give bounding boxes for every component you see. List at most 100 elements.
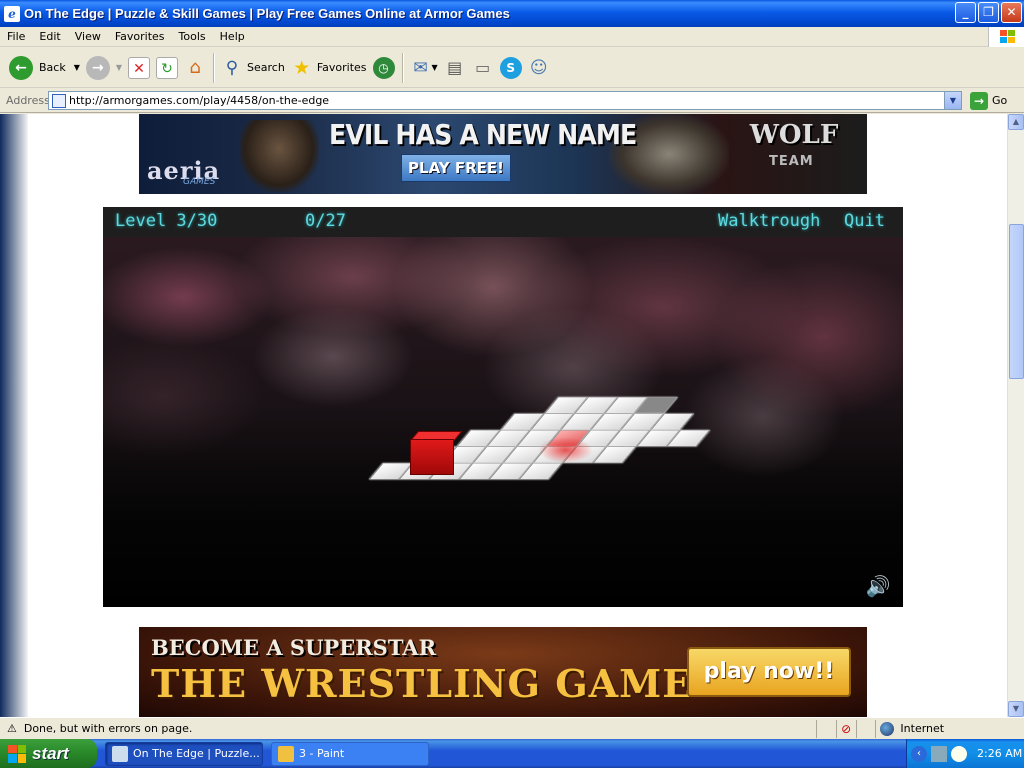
refresh-button[interactable]: ↻ bbox=[153, 51, 181, 85]
back-arrow-icon: ← bbox=[9, 55, 33, 80]
mail-button[interactable]: ✉ ▼ bbox=[407, 51, 441, 85]
history-button[interactable]: ◷ bbox=[370, 51, 398, 85]
favorites-label: Favorites bbox=[316, 61, 367, 74]
soldier-image bbox=[239, 120, 319, 192]
play-now-button[interactable]: play now!! bbox=[687, 647, 851, 697]
go-button[interactable]: → Go bbox=[970, 91, 1007, 110]
moves-counter: 0/27 bbox=[305, 211, 346, 231]
stop-button[interactable]: ✕ bbox=[125, 51, 153, 85]
address-dropdown-icon[interactable]: ▼ bbox=[944, 92, 961, 109]
page-icon bbox=[52, 93, 66, 108]
messenger-tray-icon[interactable] bbox=[951, 745, 967, 762]
level-indicator: Level 3/30 bbox=[115, 211, 218, 231]
browser-viewport: EVIL HAS A NEW NAME PLAY FREE! aeria GAM… bbox=[0, 114, 1024, 717]
home-icon: ⌂ bbox=[189, 56, 201, 78]
back-button[interactable]: ← Back ▼ bbox=[6, 51, 83, 85]
print-button[interactable]: ▤ bbox=[441, 51, 469, 85]
start-label: start bbox=[32, 743, 69, 763]
window-title-bar[interactable]: e On The Edge | Puzzle & Skill Games | P… bbox=[0, 0, 1024, 27]
back-dropdown-icon[interactable]: ▼ bbox=[74, 63, 80, 72]
nebula-background bbox=[103, 237, 903, 607]
game-canvas[interactable]: Level 3/30 0/27 Walktrough Quit 🔊 bbox=[103, 207, 903, 607]
edit-icon: ▭ bbox=[475, 57, 491, 77]
game-hud: Level 3/30 0/27 Walktrough Quit bbox=[103, 207, 903, 237]
forward-dropdown-icon[interactable]: ▼ bbox=[116, 63, 122, 72]
window-title: On The Edge | Puzzle & Skill Games | Pla… bbox=[24, 6, 510, 21]
address-bar: Address http://armorgames.com/play/4458/… bbox=[0, 89, 1024, 113]
vertical-scrollbar[interactable]: ▲ ▼ bbox=[1007, 114, 1024, 717]
system-tray: ‹ 2:26 AM bbox=[906, 739, 1024, 768]
favorites-button[interactable]: ★ Favorites bbox=[288, 51, 370, 85]
menu-favorites[interactable]: Favorites bbox=[108, 30, 172, 43]
wolfteam-logo-sub: TEAM bbox=[769, 154, 814, 169]
taskbar-item-paint[interactable]: 3 - Paint bbox=[271, 741, 429, 766]
maximize-button[interactable]: ❐ bbox=[978, 2, 999, 23]
forward-arrow-icon: → bbox=[85, 55, 110, 80]
address-label: Address bbox=[6, 94, 50, 107]
banner-bottom-line2: THE WRESTLING GAME bbox=[151, 661, 693, 706]
search-label: Search bbox=[247, 61, 285, 74]
go-arrow-icon: → bbox=[970, 91, 988, 110]
scroll-down-button[interactable]: ▼ bbox=[1008, 701, 1024, 717]
target-glow bbox=[538, 437, 593, 463]
home-button[interactable]: ⌂ bbox=[181, 51, 209, 85]
taskbar: start On The Edge | Puzzle... 3 - Paint … bbox=[0, 739, 1024, 768]
skype-button[interactable]: S bbox=[497, 51, 525, 85]
star-icon: ★ bbox=[293, 56, 311, 79]
tray-expand-icon[interactable]: ‹ bbox=[911, 745, 927, 762]
close-button[interactable]: ✕ bbox=[1001, 2, 1022, 23]
search-icon: ⚲ bbox=[225, 57, 239, 78]
popup-blocker-icon[interactable]: ⊘ bbox=[841, 722, 851, 736]
status-bar: ⚠ Done, but with errors on page. ⊘ Inter… bbox=[0, 717, 1024, 739]
window-controls: _ ❐ ✕ bbox=[955, 2, 1022, 23]
windows-logo-icon bbox=[988, 27, 1024, 47]
start-button[interactable]: start bbox=[0, 739, 97, 768]
status-text: Done, but with errors on page. bbox=[23, 722, 193, 735]
skype-icon: S bbox=[499, 56, 522, 79]
ie-task-icon bbox=[112, 745, 128, 762]
toolbar: ← Back ▼ → ▼ ✕ ↻ ⌂ ⚲ Search ★ Favorites … bbox=[0, 48, 1024, 88]
scroll-up-button[interactable]: ▲ bbox=[1008, 114, 1024, 130]
player-cube bbox=[410, 439, 454, 475]
forward-button[interactable]: → ▼ bbox=[83, 51, 125, 85]
scroll-thumb[interactable] bbox=[1009, 224, 1024, 379]
task-label: On The Edge | Puzzle... bbox=[133, 747, 260, 760]
banner-headline: EVIL HAS A NEW NAME bbox=[329, 118, 637, 151]
taskbar-item-ie[interactable]: On The Edge | Puzzle... bbox=[105, 741, 263, 766]
address-url[interactable]: http://armorgames.com/play/4458/on-the-e… bbox=[69, 94, 329, 107]
banner-bottom-line1: BECOME A SUPERSTAR bbox=[151, 635, 437, 660]
status-cell bbox=[815, 719, 836, 738]
security-zone: Internet bbox=[875, 719, 1024, 738]
toolbar-separator bbox=[401, 52, 403, 83]
warning-icon[interactable]: ⚠ bbox=[4, 722, 20, 736]
clock[interactable]: 2:26 AM bbox=[977, 747, 1022, 760]
search-button[interactable]: ⚲ Search bbox=[218, 51, 288, 85]
ad-banner-wrestling[interactable]: BECOME A SUPERSTAR THE WRESTLING GAME pl… bbox=[139, 627, 867, 717]
walkthrough-button[interactable]: Walktrough bbox=[718, 211, 820, 231]
menu-help[interactable]: Help bbox=[213, 30, 252, 43]
menu-view[interactable]: View bbox=[68, 30, 108, 43]
menu-tools[interactable]: Tools bbox=[172, 30, 213, 43]
play-free-button[interactable]: PLAY FREE! bbox=[401, 154, 511, 182]
zone-label: Internet bbox=[900, 722, 945, 735]
minimize-button[interactable]: _ bbox=[955, 2, 976, 23]
task-label: 3 - Paint bbox=[299, 747, 345, 760]
quit-button[interactable]: Quit bbox=[844, 211, 885, 231]
menu-file[interactable]: File bbox=[0, 30, 32, 43]
ad-banner-wolfteam[interactable]: EVIL HAS A NEW NAME PLAY FREE! aeria GAM… bbox=[139, 114, 867, 194]
back-label: Back bbox=[39, 61, 66, 74]
aeria-logo-sub: GAMES bbox=[183, 177, 216, 187]
speaker-icon[interactable]: 🔊 bbox=[865, 575, 891, 597]
refresh-icon: ↻ bbox=[156, 56, 179, 79]
network-icon[interactable] bbox=[931, 745, 947, 762]
mail-dropdown-icon[interactable]: ▼ bbox=[432, 63, 438, 72]
messenger-icon: ☺ bbox=[529, 57, 548, 78]
menu-edit[interactable]: Edit bbox=[32, 30, 67, 43]
messenger-button[interactable]: ☺ bbox=[525, 51, 553, 85]
printer-icon: ▤ bbox=[447, 57, 463, 77]
ie-icon: e bbox=[4, 5, 20, 22]
address-input[interactable]: http://armorgames.com/play/4458/on-the-e… bbox=[48, 91, 962, 110]
status-cell: ⊘ bbox=[835, 719, 856, 738]
menu-bar: File Edit View Favorites Tools Help bbox=[0, 27, 1024, 47]
edit-button[interactable]: ▭ bbox=[469, 51, 497, 85]
